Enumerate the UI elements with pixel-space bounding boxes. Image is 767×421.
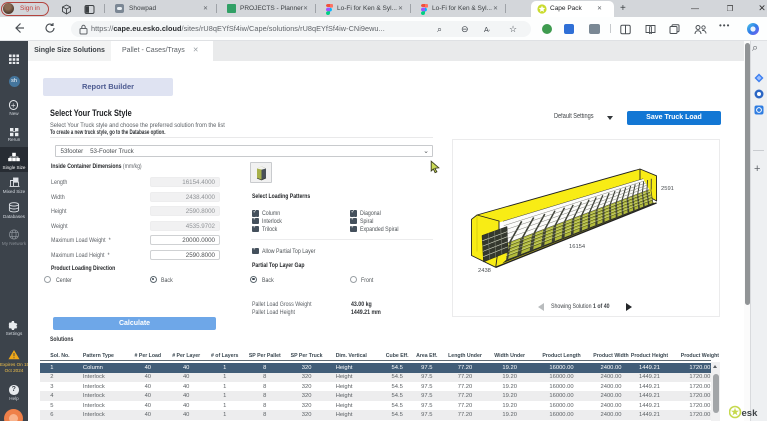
svg-text:esk: esk [742, 408, 759, 419]
